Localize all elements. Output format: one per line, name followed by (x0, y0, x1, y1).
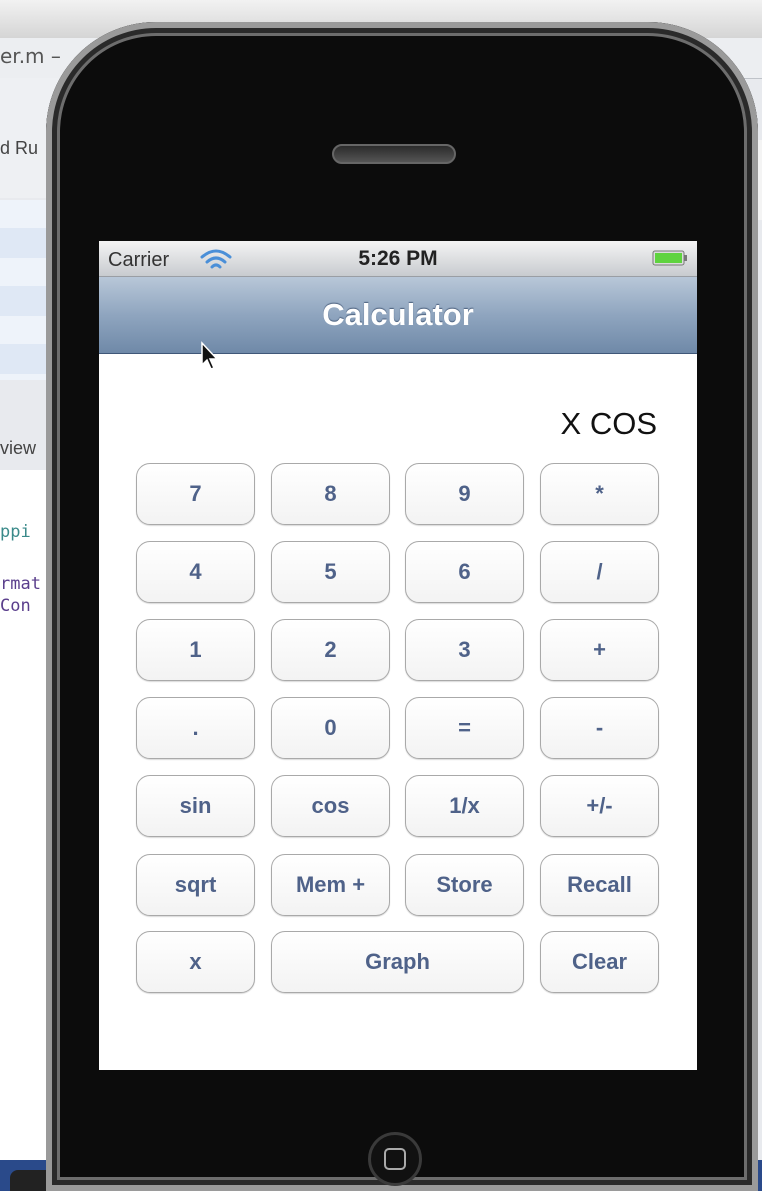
key-label: 1 (189, 637, 202, 662)
key-label: 9 (458, 481, 471, 506)
key-label: 7 (189, 481, 202, 506)
key-label: 0 (324, 715, 337, 740)
multiply-button[interactable]: * (540, 463, 659, 525)
store-button[interactable]: Store (405, 854, 524, 916)
key-label: * (595, 481, 604, 506)
variable-x-button[interactable]: x (136, 931, 255, 993)
mouse-pointer-icon (201, 341, 219, 370)
divide-button[interactable]: / (540, 541, 659, 603)
negate-button[interactable]: +/- (540, 775, 659, 837)
key-label: +/- (586, 793, 613, 818)
key-label: . (192, 715, 199, 740)
key-label: 3 (458, 637, 471, 662)
key-label: Store (436, 872, 493, 897)
key-4-button[interactable]: 4 (136, 541, 255, 603)
sqrt-button[interactable]: sqrt (136, 854, 255, 916)
view-label: view (0, 438, 37, 458)
key-2-button[interactable]: 2 (271, 619, 390, 681)
sin-button[interactable]: sin (136, 775, 255, 837)
key-label: + (593, 637, 606, 662)
home-button[interactable] (368, 1132, 422, 1186)
add-button[interactable]: + (540, 619, 659, 681)
status-time: 5:26 PM (358, 247, 438, 270)
key-label: x (189, 949, 202, 974)
key-label: Graph (365, 949, 430, 974)
key-6-button[interactable]: 6 (405, 541, 524, 603)
key-label: 8 (324, 481, 337, 506)
clear-button[interactable]: Clear (540, 931, 659, 993)
decimal-point-button[interactable]: . (136, 697, 255, 759)
nav-title: Calculator (322, 297, 474, 332)
key-label: 1/x (449, 793, 480, 818)
xcode-tab-title[interactable]: er.m – (0, 44, 61, 68)
subtract-button[interactable]: - (540, 697, 659, 759)
key-label: = (458, 715, 471, 740)
home-square-icon (384, 1148, 406, 1170)
code-line: ppi (0, 522, 31, 542)
code-line: Con (0, 596, 31, 616)
memory-plus-button[interactable]: Mem + (271, 854, 390, 916)
key-5-button[interactable]: 5 (271, 541, 390, 603)
speaker-grille (332, 144, 456, 164)
status-bar: Carrier 5:26 PM (99, 241, 697, 277)
key-label: sqrt (174, 872, 217, 897)
app-screen: Carrier 5:26 PM Calculator X COS 7 8 9 *… (99, 241, 697, 1070)
key-3-button[interactable]: 3 (405, 619, 524, 681)
equals-button[interactable]: = (405, 697, 524, 759)
key-label: 2 (324, 637, 337, 662)
key-label: - (595, 715, 604, 740)
key-label: 5 (324, 559, 337, 584)
key-1-button[interactable]: 1 (136, 619, 255, 681)
recall-button[interactable]: Recall (540, 854, 659, 916)
cos-button[interactable]: cos (271, 775, 390, 837)
key-label: 6 (458, 559, 471, 584)
key-label: / (596, 559, 603, 584)
build-run-label[interactable]: d Ru (0, 138, 38, 159)
key-label: Mem + (295, 872, 366, 897)
key-label: Recall (567, 872, 632, 897)
key-0-button[interactable]: 0 (271, 697, 390, 759)
key-label: sin (179, 793, 212, 818)
code-line: rmat (0, 574, 41, 594)
graph-button[interactable]: Graph (271, 931, 524, 993)
key-8-button[interactable]: 8 (271, 463, 390, 525)
key-label: Clear (571, 949, 628, 974)
calculator-display: X COS (560, 406, 657, 441)
key-label: 4 (189, 559, 202, 584)
key-7-button[interactable]: 7 (136, 463, 255, 525)
key-label: cos (311, 793, 350, 818)
navigation-bar: Calculator (99, 277, 697, 370)
xcode-file-list[interactable] (0, 200, 50, 380)
battery-full-icon (652, 250, 687, 266)
reciprocal-button[interactable]: 1/x (405, 775, 524, 837)
key-9-button[interactable]: 9 (405, 463, 524, 525)
